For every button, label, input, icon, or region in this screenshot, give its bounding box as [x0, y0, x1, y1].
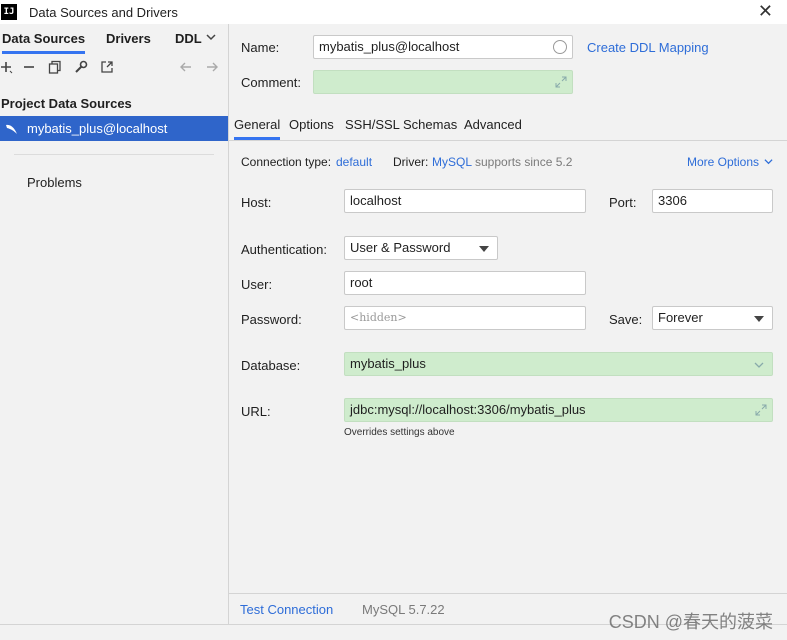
driver-note: supports since 5.2 — [475, 155, 573, 169]
database-label: Database: — [241, 358, 301, 373]
port-field[interactable]: 3306 — [652, 189, 773, 213]
save-label: Save: — [609, 312, 643, 327]
database-value: mybatis_plus — [350, 356, 426, 371]
tab-general[interactable]: General — [234, 112, 281, 140]
dropdown-arrow-icon — [479, 246, 489, 252]
remove-icon[interactable] — [22, 60, 36, 74]
server-version: MySQL 5.7.22 — [362, 602, 445, 617]
url-value: jdbc:mysql://localhost:3306/mybatis_plus — [350, 402, 586, 417]
database-field[interactable]: mybatis_plus — [344, 352, 773, 376]
port-label: Port: — [609, 195, 637, 210]
tab-advanced[interactable]: Advanced — [464, 112, 522, 140]
problems-item[interactable]: Problems — [27, 175, 82, 190]
save-select[interactable]: Forever — [652, 306, 773, 330]
more-options-label: More Options — [687, 155, 760, 169]
expand-icon[interactable] — [755, 404, 767, 416]
left-toolbar — [0, 54, 228, 82]
driver-link[interactable]: MySQL — [432, 155, 472, 169]
forward-arrow-icon[interactable] — [205, 60, 219, 74]
tabs-divider — [229, 140, 787, 141]
user-field[interactable]: root — [344, 271, 586, 295]
window-title: Data Sources and Drivers — [29, 4, 178, 20]
right-panel: Name: mybatis_plus@localhost Create DDL … — [229, 24, 787, 624]
user-label: User: — [241, 277, 273, 292]
add-icon[interactable] — [0, 60, 14, 74]
tab-options[interactable]: Options — [289, 112, 334, 140]
driver-label: Driver: — [393, 155, 429, 169]
wrench-icon[interactable] — [74, 60, 88, 74]
list-item-data-source[interactable]: mybatis_plus@localhost — [0, 116, 228, 141]
tab-data-sources[interactable]: Data Sources — [2, 24, 86, 54]
save-value: Forever — [658, 310, 703, 325]
chevron-down-icon[interactable] — [206, 32, 216, 42]
left-tabs: Data Sources Drivers DDL — [0, 24, 228, 54]
tab-ddl[interactable]: DDL — [175, 24, 202, 54]
color-circle-icon[interactable] — [553, 40, 567, 54]
watermark: CSDN @春天的菠菜 — [608, 612, 773, 632]
host-label: Host: — [241, 195, 272, 210]
section-title: Project Data Sources — [1, 96, 132, 111]
name-field[interactable]: mybatis_plus@localhost — [313, 35, 573, 59]
app-logo-icon: IJ — [1, 4, 17, 20]
more-options-link[interactable]: More Options — [687, 155, 773, 169]
host-field[interactable]: localhost — [344, 189, 586, 213]
mysql-dolphin-icon — [6, 124, 17, 134]
comment-field[interactable] — [313, 70, 573, 94]
url-field[interactable]: jdbc:mysql://localhost:3306/mybatis_plus — [344, 398, 773, 422]
authentication-label: Authentication: — [241, 242, 328, 257]
url-hint: Overrides settings above — [344, 427, 455, 438]
settings-tabs: General Options SSH/SSL Schemas Advanced — [229, 112, 787, 140]
tab-ssh-ssl[interactable]: SSH/SSL — [345, 112, 400, 140]
open-external-icon[interactable] — [100, 60, 114, 74]
name-label: Name: — [241, 40, 280, 55]
create-ddl-mapping-link[interactable]: Create DDL Mapping — [587, 40, 709, 55]
dropdown-arrow-icon — [754, 316, 764, 322]
chevron-down-icon — [764, 159, 773, 165]
close-icon[interactable]: ✕ — [758, 2, 773, 20]
password-label: Password: — [241, 312, 302, 327]
comment-label: Comment: — [241, 75, 301, 90]
connection-type-label: Connection type: — [241, 155, 332, 169]
name-value: mybatis_plus@localhost — [319, 39, 460, 54]
data-source-label: mybatis_plus@localhost — [27, 121, 168, 136]
back-arrow-icon[interactable] — [179, 60, 193, 74]
title-bar: IJ Data Sources and Drivers ✕ — [0, 0, 787, 24]
authentication-select[interactable]: User & Password — [344, 236, 498, 260]
chevron-down-icon[interactable] — [753, 359, 765, 371]
divider — [14, 154, 214, 155]
left-panel: Data Sources Drivers DDL Project Data So… — [0, 24, 229, 624]
tab-drivers[interactable]: Drivers — [106, 24, 151, 54]
expand-icon[interactable] — [555, 76, 567, 88]
tab-schemas[interactable]: Schemas — [403, 112, 457, 140]
authentication-value: User & Password — [350, 240, 451, 255]
connection-type-link[interactable]: default — [336, 155, 372, 169]
test-connection-link[interactable]: Test Connection — [240, 602, 333, 617]
duplicate-icon[interactable] — [48, 60, 62, 74]
url-label: URL: — [241, 404, 271, 419]
password-field[interactable]: <hidden> — [344, 306, 586, 330]
